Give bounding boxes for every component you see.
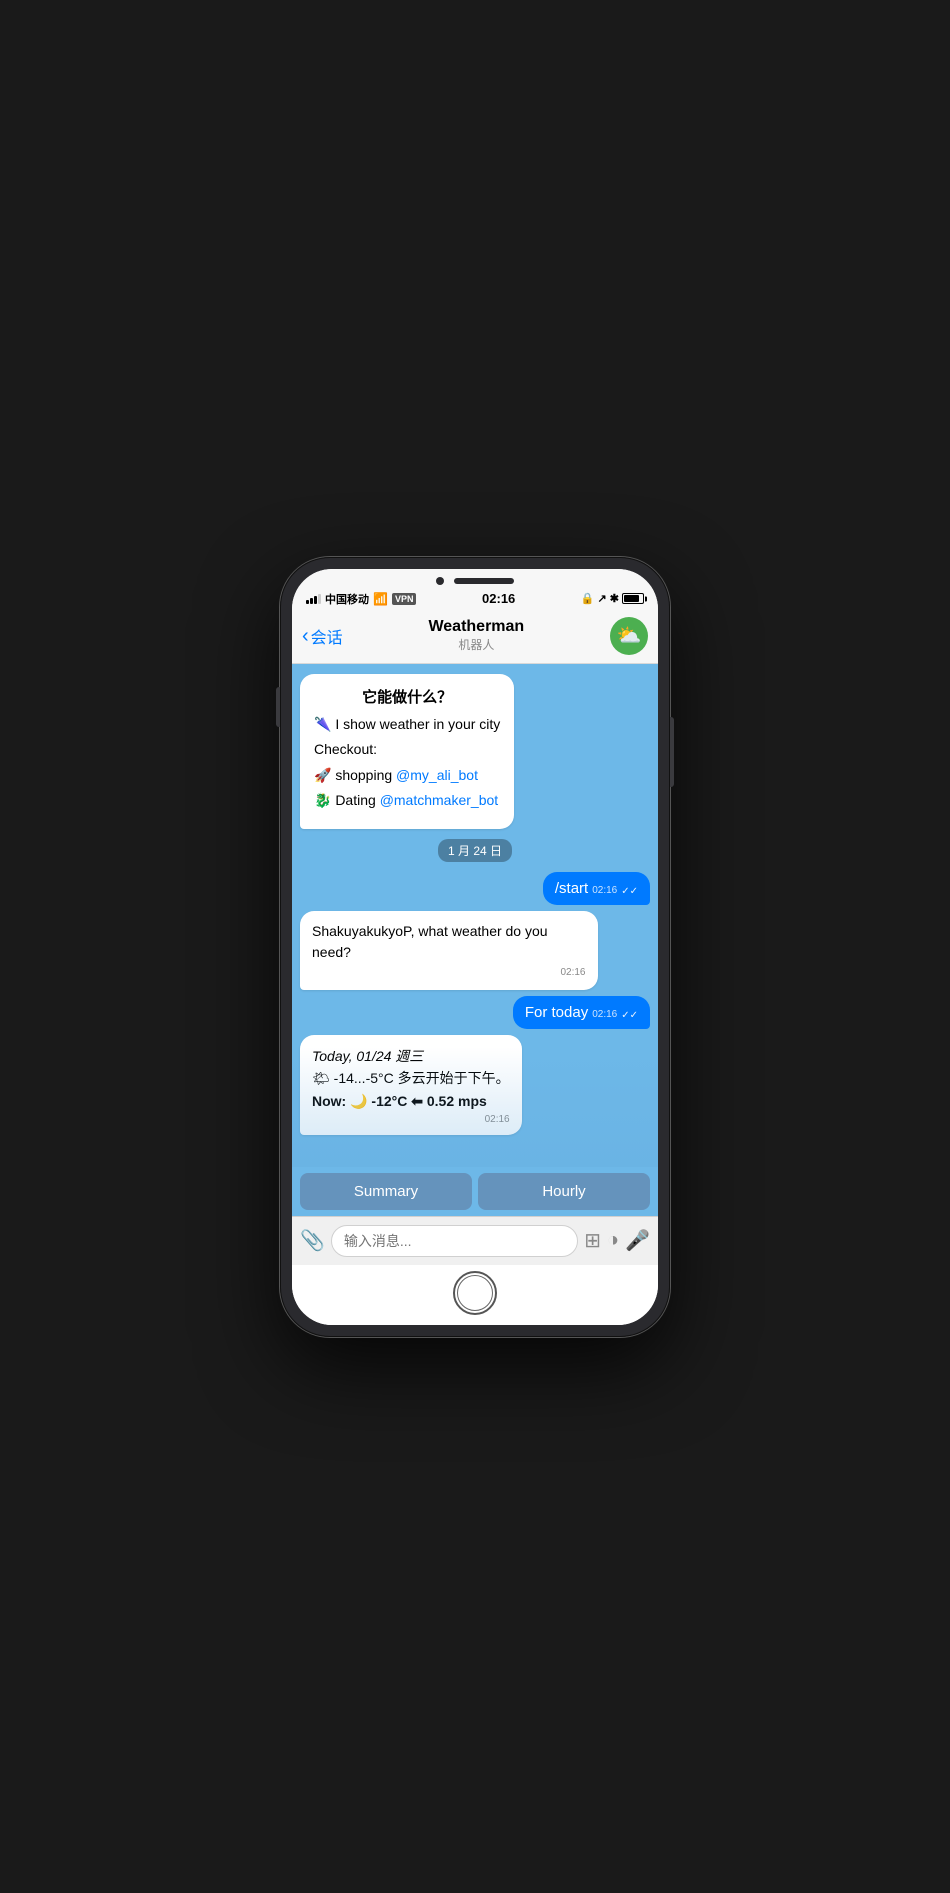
bot-message-1: ShakuyakukyoP, what weather do you need?… <box>300 911 598 990</box>
vpn-badge: VPN <box>392 593 417 605</box>
phone-device: 中国移动 📶 VPN 02:16 🔒 ↗ ✱ ‹ 会话 <box>280 557 670 1337</box>
bot-msg1-text: ShakuyakukyoP, what weather do you need? <box>312 921 586 963</box>
camera-dot <box>436 577 444 585</box>
mic-icon[interactable]: 🎤 <box>625 1228 650 1253</box>
lock-icon: 🔒 <box>581 592 595 605</box>
user-message-2: For today 02:16 ✓✓ <box>513 996 650 1029</box>
nav-title: Weatherman <box>428 618 524 636</box>
emoji-icon[interactable]: ◑ <box>607 1229 619 1252</box>
user-msg1-time: 02:16 <box>592 885 617 896</box>
back-label: 会话 <box>311 624 343 648</box>
home-indicator-area <box>292 1265 658 1325</box>
weather-date-line: Today, 01/24 週三 <box>312 1045 510 1067</box>
status-right: 🔒 ↗ ✱ <box>581 592 644 605</box>
welcome-bubble: 它能做什么？ 🌂 I show weather in your city Che… <box>300 674 514 829</box>
home-button-inner <box>457 1275 493 1311</box>
read-checkmarks-1: ✓✓ <box>621 886 638 897</box>
weather-now-line: Now: 🌙 -12°C ⬅ 0.52 mps <box>312 1090 510 1112</box>
read-checkmarks-2: ✓✓ <box>621 1010 638 1021</box>
signal-bar-4 <box>318 594 321 604</box>
date-pill: 1 月 24 日 <box>438 839 512 862</box>
weather-temp-line: 🌤 -14...-5°C 多云开始于下午。 <box>312 1067 510 1089</box>
status-time: 02:16 <box>482 591 515 606</box>
battery-icon <box>622 593 644 604</box>
back-chevron-icon: ‹ <box>302 626 309 646</box>
welcome-title: 它能做什么？ <box>314 686 500 707</box>
signal-bar-1 <box>306 600 309 604</box>
user-msg2-time: 02:16 <box>592 1009 617 1020</box>
top-decoration <box>306 575 644 585</box>
dating-link[interactable]: @matchmaker_bot <box>380 792 498 808</box>
signal-bars-icon <box>306 593 321 604</box>
weather-bubble: Today, 01/24 週三 🌤 -14...-5°C 多云开始于下午。 No… <box>300 1035 522 1135</box>
status-left: 中国移动 📶 VPN <box>306 591 416 607</box>
shopping-link-text: 🚀 shopping <box>314 767 396 783</box>
checkout-label: Checkout: <box>314 740 500 760</box>
bot-avatar-emoji: ⛅ <box>617 623 642 648</box>
sticker-icon[interactable]: ⊞ <box>584 1228 601 1253</box>
input-bar: 📎 ⊞ ◑ 🎤 <box>292 1216 658 1265</box>
status-bar: 中国移动 📶 VPN 02:16 🔒 ↗ ✱ <box>306 589 644 611</box>
shopping-link[interactable]: @my_ali_bot <box>396 767 478 783</box>
dating-link-text: 🐉 Dating <box>314 792 380 808</box>
message-input[interactable] <box>331 1225 578 1257</box>
speaker-bar <box>454 578 514 584</box>
phone-screen: 中国移动 📶 VPN 02:16 🔒 ↗ ✱ ‹ 会话 <box>292 569 658 1325</box>
bot-msg1-time: 02:16 <box>312 965 586 980</box>
nav-subtitle: 机器人 <box>428 636 524 653</box>
signal-bar-3 <box>314 596 317 604</box>
date-divider: 1 月 24 日 <box>300 839 650 862</box>
bluetooth-icon: ✱ <box>610 592 619 605</box>
user-msg2-text: For today <box>525 1004 588 1021</box>
home-button[interactable] <box>453 1271 497 1315</box>
bot-avatar[interactable]: ⛅ <box>610 617 648 655</box>
signal-bar-2 <box>310 598 313 604</box>
battery-fill <box>624 595 639 602</box>
location-icon: ↗ <box>598 592 607 605</box>
hourly-button[interactable]: Hourly <box>478 1173 650 1210</box>
summary-button[interactable]: Summary <box>300 1173 472 1210</box>
carrier-label: 中国移动 <box>325 591 369 607</box>
user-message-1: /start 02:16 ✓✓ <box>543 872 650 905</box>
nav-header: ‹ 会话 Weatherman 机器人 ⛅ <box>292 611 658 664</box>
nav-back-button[interactable]: ‹ 会话 <box>302 624 343 648</box>
phone-top-bar: 中国移动 📶 VPN 02:16 🔒 ↗ ✱ <box>292 569 658 611</box>
nav-title-block: Weatherman 机器人 <box>428 618 524 653</box>
dating-link-line: 🐉 Dating @matchmaker_bot <box>314 791 500 811</box>
weather-time: 02:16 <box>312 1114 510 1125</box>
wifi-icon: 📶 <box>373 592 388 606</box>
user-msg1-text: /start <box>555 880 588 897</box>
welcome-line1: 🌂 I show weather in your city <box>314 715 500 735</box>
chat-area: 它能做什么？ 🌂 I show weather in your city Che… <box>292 664 658 1167</box>
attach-icon[interactable]: 📎 <box>300 1228 325 1253</box>
action-buttons-row: Summary Hourly <box>292 1167 658 1216</box>
shopping-link-line: 🚀 shopping @my_ali_bot <box>314 766 500 786</box>
